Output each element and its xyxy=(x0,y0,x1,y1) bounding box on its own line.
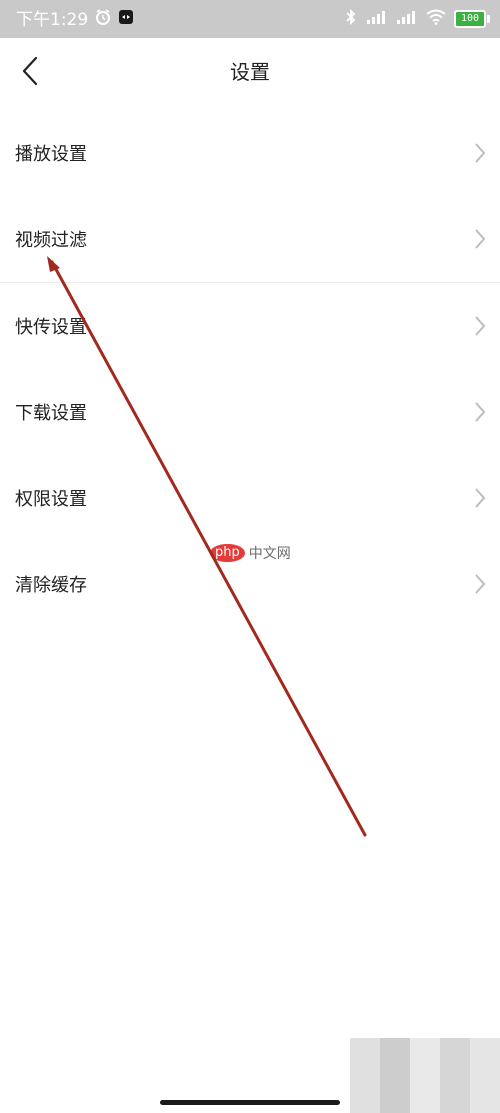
signal-icon xyxy=(396,9,418,29)
menu-item-label: 权限设置 xyxy=(15,489,87,510)
menu-item-label: 视频过滤 xyxy=(15,230,87,251)
chevron-right-icon xyxy=(472,315,488,337)
chevron-right-icon xyxy=(472,401,488,423)
menu-item-playback-settings[interactable]: 播放设置 xyxy=(0,110,500,196)
status-time: 下午1:29 xyxy=(16,10,89,30)
menu-item-label: 清除缓存 xyxy=(15,575,87,596)
watermark-text: 中文网 xyxy=(248,546,291,562)
watermark-badge: php xyxy=(210,544,245,562)
watermark: php 中文网 xyxy=(210,543,291,563)
chevron-right-icon xyxy=(472,487,488,509)
settings-screen: 下午1:29 100 设置 播放设置 视频过滤 快传设置 下载设置 权限设置 清… xyxy=(0,0,500,1113)
wifi-icon xyxy=(426,9,446,29)
status-bar: 下午1:29 100 xyxy=(0,0,500,38)
menu-item-permission-settings[interactable]: 权限设置 xyxy=(0,455,500,541)
app-header: 设置 xyxy=(0,38,500,108)
menu-item-quick-transfer-settings[interactable]: 快传设置 xyxy=(0,283,500,369)
chevron-right-icon xyxy=(472,228,488,250)
menu-item-label: 播放设置 xyxy=(15,144,87,165)
battery-icon: 100 xyxy=(454,10,490,28)
pixelated-area xyxy=(350,1038,500,1113)
status-right: 100 xyxy=(344,8,490,30)
signal-icon xyxy=(366,9,388,29)
alarm-icon xyxy=(94,8,112,32)
menu-item-label: 快传设置 xyxy=(15,317,87,338)
home-indicator[interactable] xyxy=(160,1100,340,1105)
chevron-right-icon xyxy=(472,142,488,164)
menu-item-video-filter[interactable]: 视频过滤 xyxy=(0,196,500,282)
bluetooth-icon xyxy=(344,8,358,30)
page-title: 设置 xyxy=(230,60,270,84)
app-notification-icon xyxy=(118,9,134,31)
chevron-right-icon xyxy=(472,573,488,595)
menu-item-download-settings[interactable]: 下载设置 xyxy=(0,369,500,455)
status-left: 下午1:29 xyxy=(16,8,134,32)
menu-item-label: 下载设置 xyxy=(15,403,87,424)
